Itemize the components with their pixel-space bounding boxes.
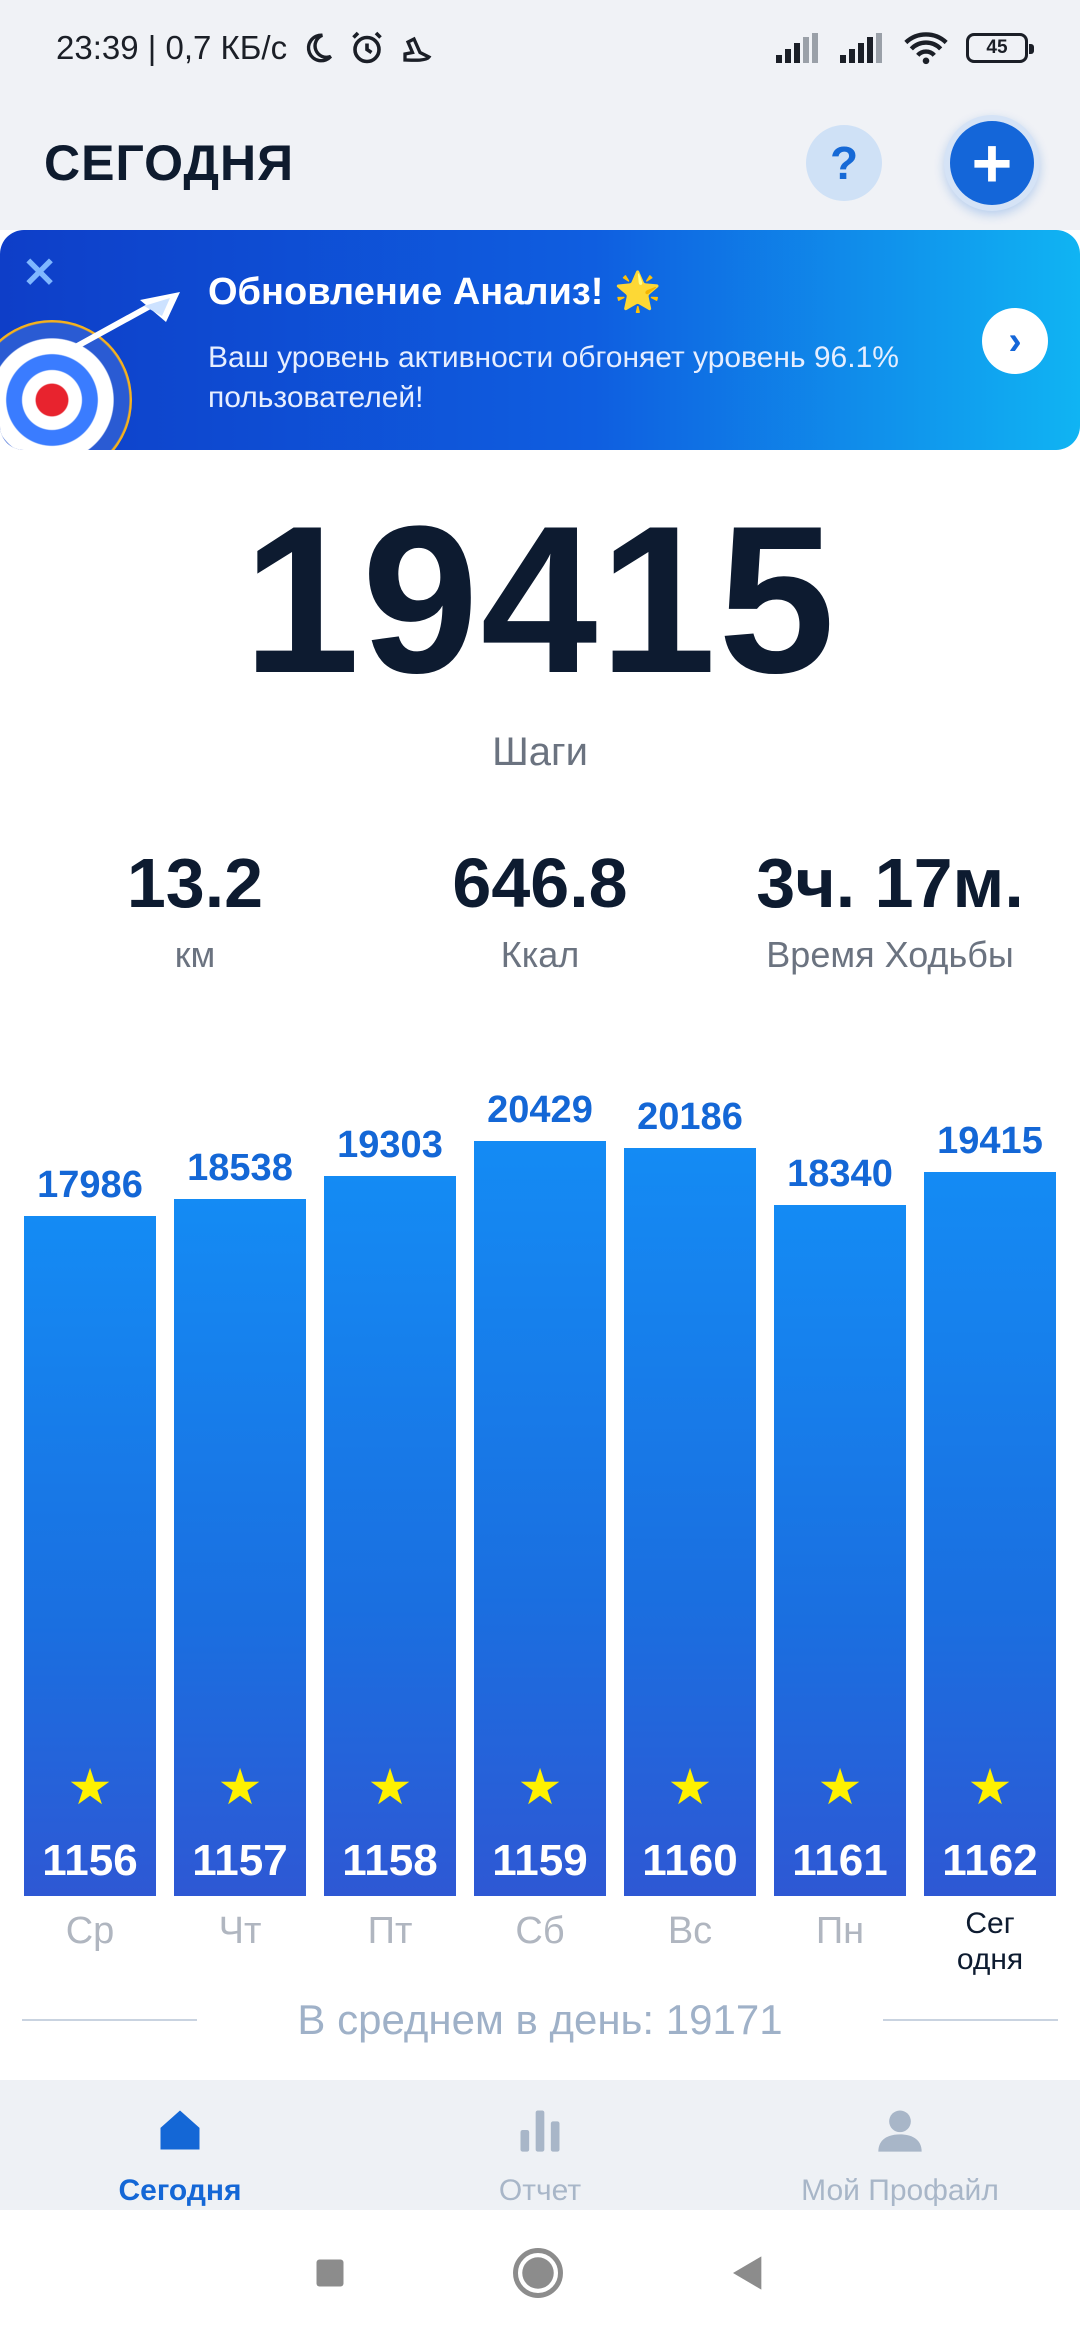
star-icon: ★ xyxy=(667,1759,713,1815)
stat-calories: 646.8 Ккал xyxy=(390,840,690,976)
banner-close-button[interactable]: ✕ xyxy=(22,248,57,297)
bar-column[interactable]: 18538 ★ 1157 Чт xyxy=(174,1060,306,1990)
star-icon: ★ xyxy=(817,1759,863,1815)
bar-column[interactable]: 18340 ★ 1161 Пн xyxy=(774,1060,906,1990)
divider xyxy=(882,2019,1058,2021)
bar-day-label: Вс xyxy=(667,1910,713,1952)
bar-badge-number: 1162 xyxy=(942,1836,1038,1885)
bar-badge-number: 1161 xyxy=(792,1836,888,1885)
bar-day-label: Пт xyxy=(367,1910,413,1952)
header-actions: ? + xyxy=(806,115,1040,211)
system-nav-bar xyxy=(0,2210,1080,2340)
bar-day-label: Сег одня xyxy=(914,1906,1066,1978)
banner-title: Обновление Анализ! 🌟 xyxy=(208,271,662,313)
bottom-nav: Сегодня Отчет Мой Профайл xyxy=(0,2080,1080,2210)
today-label-line: одня xyxy=(956,1943,1024,1976)
average-row: В среднем в день: 19171 xyxy=(22,1990,1058,2050)
bar-day-label: Сб xyxy=(515,1910,565,1952)
bar-value-label: 20186 xyxy=(637,1096,743,1139)
banner-arrow-button[interactable]: › xyxy=(982,308,1048,374)
stats-row: 13.2 км 646.8 Ккал 3ч. 17м. Время Ходьбы xyxy=(0,840,1080,990)
banner-text: Ваш уровень активности обгоняет уровень … xyxy=(208,341,899,414)
alarm-icon xyxy=(349,30,385,66)
dart-icon xyxy=(70,292,180,352)
stat-calories-label: Ккал xyxy=(500,934,580,975)
bar-day-label: Чт xyxy=(218,1910,262,1952)
bar-badge-number: 1158 xyxy=(342,1836,438,1885)
back-button[interactable] xyxy=(728,2253,768,2298)
stat-distance-value: 13.2 xyxy=(126,844,264,922)
status-right: 45 xyxy=(776,31,1034,65)
bar-badge-number: 1157 xyxy=(192,1836,288,1885)
nav-item-report[interactable]: Отчет xyxy=(360,2080,720,2210)
help-button[interactable]: ? xyxy=(806,125,882,201)
bar-column[interactable]: 20186 ★ 1160 Вс xyxy=(624,1060,756,1990)
nav-label: Отчет xyxy=(498,2174,582,2207)
bar-badge-number: 1160 xyxy=(642,1836,738,1885)
stat-distance-label: км xyxy=(174,934,216,975)
status-left: 23:39 | 0,7 КБ/с xyxy=(56,29,435,67)
wifi-icon xyxy=(904,31,948,65)
add-button[interactable]: + xyxy=(944,115,1040,211)
profile-icon xyxy=(870,2100,930,2160)
bar-badge-number: 1159 xyxy=(492,1836,588,1885)
bar-value-label: 18340 xyxy=(787,1153,893,1196)
nav-label: Мой Профайл xyxy=(801,2174,999,2207)
nav-item-profile[interactable]: Мой Профайл xyxy=(720,2080,1080,2210)
star-icon: ★ xyxy=(517,1759,563,1815)
bar-day-label: Ср xyxy=(65,1910,115,1952)
stat-walk-time-value: 3ч. 17м. xyxy=(756,844,1024,922)
bar-chart-icon xyxy=(510,2100,570,2160)
bar-value-label: 20429 xyxy=(487,1089,593,1131)
average-text: В среднем в день: 19171 xyxy=(297,1996,783,2043)
analysis-banner[interactable]: ✕ Обновление Анализ! 🌟 Ваш уровень актив… xyxy=(0,230,1080,450)
status-time: 23:39 | 0,7 КБ/с xyxy=(56,29,288,66)
bar-day-label: Пн xyxy=(815,1910,865,1952)
nav-item-today[interactable]: Сегодня xyxy=(0,2080,360,2210)
signal-icon xyxy=(776,33,822,63)
bar-column[interactable]: 19415 ★ 1162 Сег одня xyxy=(924,1060,1056,1990)
bar-value-label: 17986 xyxy=(37,1164,143,1206)
stat-walk-time-label: Время Ходьбы xyxy=(766,934,1014,975)
bar-value-label: 19303 xyxy=(337,1123,443,1166)
app-root: 23:39 | 0,7 КБ/с 45 СЕГОДНЯ ? + ✕ Обновл… xyxy=(0,0,1080,2340)
bar-value-label: 18538 xyxy=(187,1147,293,1190)
nav-label: Сегодня xyxy=(118,2174,242,2207)
today-label-line: Сег xyxy=(965,1907,1015,1940)
header: СЕГОДНЯ ? + xyxy=(0,96,1080,230)
steps-label: Шаги xyxy=(492,730,588,774)
bar-column[interactable]: 17986 ★ 1156 Ср xyxy=(24,1060,156,1990)
star-icon: ★ xyxy=(967,1759,1013,1815)
steps-value: 19415 xyxy=(243,482,837,717)
shoe-icon xyxy=(399,30,435,66)
steps-bar-chart: 17986 ★ 1156 Ср 18538 ★ 1157 Чт 19303 ★ 1158 Пт 2042… xyxy=(0,1060,1080,1990)
recents-button[interactable] xyxy=(312,2255,348,2296)
star-icon: ★ xyxy=(217,1759,263,1815)
bar-column[interactable]: 20429 ★ 1159 Сб xyxy=(474,1060,606,1990)
home-icon xyxy=(150,2100,210,2160)
bar-badge-number: 1156 xyxy=(42,1836,138,1885)
divider xyxy=(22,2019,197,2021)
stat-walk-time: 3ч. 17м. Время Ходьбы xyxy=(720,840,1060,976)
page-title: СЕГОДНЯ xyxy=(44,135,295,191)
star-icon: ★ xyxy=(67,1759,113,1815)
battery-icon: 45 xyxy=(966,33,1034,63)
stat-distance: 13.2 км xyxy=(95,840,295,976)
bar-value-label: 19415 xyxy=(937,1120,1043,1163)
signal-icon xyxy=(840,33,886,63)
moon-icon xyxy=(301,31,335,65)
bar-column[interactable]: 19303 ★ 1158 Пт xyxy=(324,1060,456,1990)
star-icon: ★ xyxy=(367,1759,413,1815)
home-button[interactable] xyxy=(511,2246,565,2305)
status-bar: 23:39 | 0,7 КБ/с 45 xyxy=(0,0,1080,96)
stat-calories-value: 646.8 xyxy=(452,844,628,922)
